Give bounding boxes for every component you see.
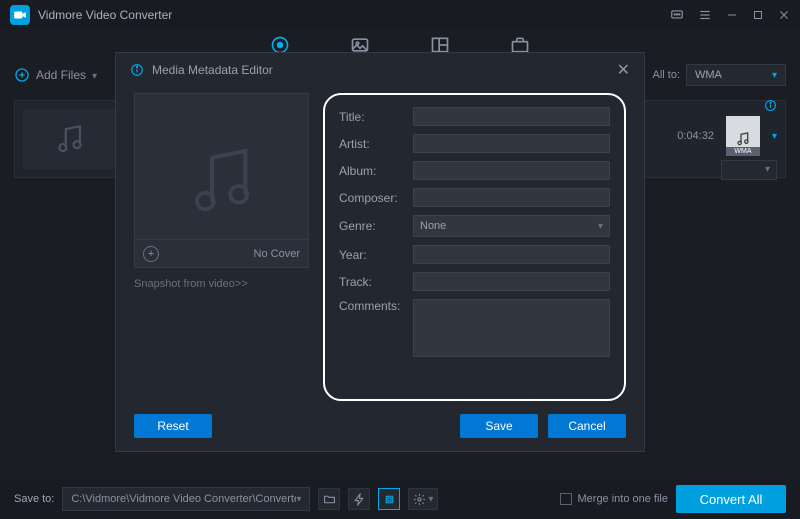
format-tile-label: WMA [726, 147, 760, 156]
feedback-icon[interactable] [670, 8, 684, 22]
convert-all-to-label: All to: [652, 69, 680, 81]
modal-title: Media Metadata Editor [152, 63, 273, 77]
composer-label: Composer: [339, 191, 405, 205]
format-tile[interactable]: WMA [726, 116, 760, 156]
lightning-icon [353, 493, 366, 506]
info-icon[interactable] [764, 99, 777, 112]
file-thumbnail [23, 109, 117, 169]
app-logo [10, 5, 30, 25]
folder-icon [323, 493, 336, 506]
chevron-down-icon [92, 68, 97, 82]
genre-label: Genre: [339, 219, 405, 233]
comments-label: Comments: [339, 299, 405, 313]
title-label: Title: [339, 110, 405, 124]
chip-icon [383, 493, 396, 506]
chevron-down-icon [772, 69, 777, 81]
target-format-dropdown[interactable]: WMA [686, 64, 786, 86]
save-path-value: C:\Vidmore\Vidmore Video Converter\Conve… [71, 493, 296, 505]
chevron-down-icon [428, 493, 433, 505]
close-icon[interactable]: ✕ [617, 60, 630, 80]
bottombar: Save to: C:\Vidmore\Vidmore Video Conver… [0, 479, 800, 519]
file-duration: 0:04:32 [677, 130, 714, 142]
modal-header: Media Metadata Editor ✕ [116, 53, 644, 87]
save-to-label: Save to: [14, 493, 54, 505]
music-note-icon [53, 122, 87, 156]
cancel-button[interactable]: Cancel [548, 414, 626, 438]
convert-all-button[interactable]: Convert All [676, 485, 786, 513]
info-icon [130, 63, 144, 77]
album-label: Album: [339, 164, 405, 178]
year-input[interactable] [413, 245, 610, 264]
reset-button[interactable]: Reset [134, 414, 212, 438]
artist-label: Artist: [339, 137, 405, 151]
no-cover-label: No Cover [254, 248, 300, 260]
close-icon[interactable] [778, 9, 790, 21]
file-option-dropdown[interactable] [721, 160, 777, 180]
music-note-icon [182, 141, 262, 221]
metadata-editor-modal: Media Metadata Editor ✕ + No Cover Snaps… [115, 52, 645, 452]
add-files-label: Add Files [36, 68, 86, 82]
app-title: Vidmore Video Converter [38, 8, 662, 22]
save-button[interactable]: Save [460, 414, 538, 438]
chevron-down-icon [765, 164, 770, 175]
minimize-icon[interactable] [726, 9, 738, 21]
metadata-form: Title: Artist: Album: Composer: Genre: N… [323, 93, 626, 401]
open-folder-button[interactable] [318, 488, 340, 510]
track-input[interactable] [413, 272, 610, 291]
settings-button[interactable] [408, 488, 438, 510]
titlebar: Vidmore Video Converter [0, 0, 800, 30]
artist-input[interactable] [413, 134, 610, 153]
genre-value: None [420, 220, 446, 232]
chevron-down-icon [598, 220, 603, 232]
add-cover-button[interactable]: + [143, 246, 159, 262]
music-note-icon [735, 131, 751, 147]
menu-icon[interactable] [698, 8, 712, 22]
lightning-button[interactable] [348, 488, 370, 510]
maximize-icon[interactable] [752, 9, 764, 21]
save-path-dropdown[interactable]: C:\Vidmore\Vidmore Video Converter\Conve… [62, 487, 310, 511]
plus-circle-icon [14, 67, 30, 83]
year-label: Year: [339, 248, 405, 262]
merge-label: Merge into one file [578, 493, 669, 505]
target-format-value: WMA [695, 69, 722, 81]
chevron-down-icon [296, 493, 301, 505]
track-label: Track: [339, 275, 405, 289]
composer-input[interactable] [413, 188, 610, 207]
chevron-down-icon[interactable] [772, 130, 777, 142]
snapshot-link[interactable]: Snapshot from video>> [134, 278, 309, 290]
gear-icon [413, 493, 426, 506]
title-input[interactable] [413, 107, 610, 126]
checkbox-icon [560, 493, 572, 505]
merge-checkbox[interactable]: Merge into one file [560, 493, 669, 505]
add-files-button[interactable]: Add Files [14, 67, 97, 83]
gpu-button[interactable] [378, 488, 400, 510]
cover-preview: + No Cover [134, 93, 309, 268]
album-input[interactable] [413, 161, 610, 180]
comments-input[interactable] [413, 299, 610, 357]
genre-dropdown[interactable]: None [413, 215, 610, 237]
